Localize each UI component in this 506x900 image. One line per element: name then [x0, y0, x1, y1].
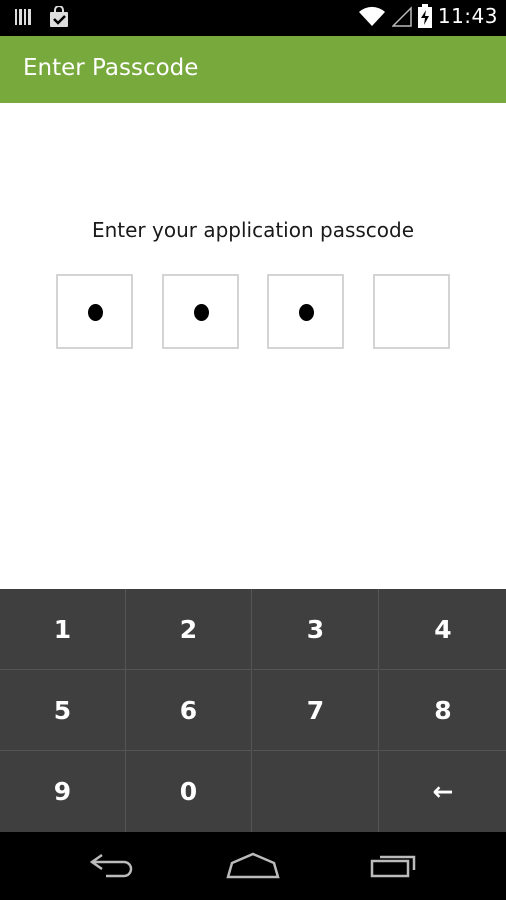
barcode-icon	[14, 7, 34, 27]
wifi-icon	[358, 5, 386, 27]
battery-charging-icon	[417, 4, 432, 28]
shopping-bag-icon	[48, 6, 70, 28]
status-bar: 11:43	[0, 0, 506, 36]
recent-apps-button[interactable]	[360, 850, 430, 884]
pin-dot	[193, 303, 209, 321]
key-blank	[253, 751, 379, 832]
key-5[interactable]: 5	[0, 670, 126, 751]
key-4[interactable]: 4	[380, 589, 506, 670]
pin-digit-box[interactable]	[56, 274, 133, 349]
pin-digit-box[interactable]	[162, 274, 239, 349]
pin-digit-box[interactable]	[267, 274, 344, 349]
back-button[interactable]	[77, 850, 147, 884]
key-3[interactable]: 3	[253, 589, 379, 670]
key-2[interactable]: 2	[126, 589, 252, 670]
passcode-prompt: Enter your application passcode	[91, 218, 415, 242]
key-0[interactable]: 0	[126, 751, 252, 832]
key-1[interactable]: 1	[0, 589, 126, 670]
page-title: Enter Passcode	[23, 55, 199, 81]
navigation-bar	[0, 832, 506, 900]
home-icon	[226, 851, 280, 883]
key-9[interactable]: 9	[0, 751, 126, 832]
back-icon	[88, 851, 136, 883]
home-button[interactable]	[218, 850, 288, 884]
key-7[interactable]: 7	[253, 670, 379, 751]
pin-digit-box[interactable]	[373, 274, 450, 349]
key-6[interactable]: 6	[126, 670, 252, 751]
backspace-button[interactable]: ←	[380, 751, 506, 832]
numeric-keypad: 1 2 3 4 5 6 7 8 9 0 ←	[0, 589, 506, 832]
recent-apps-icon	[370, 851, 420, 883]
status-left	[14, 6, 70, 28]
key-8[interactable]: 8	[380, 670, 506, 751]
status-right: 11:43	[358, 4, 498, 28]
signal-icon	[391, 5, 412, 27]
pin-dot	[87, 303, 103, 321]
pin-dot	[298, 303, 314, 321]
action-bar: Enter Passcode	[0, 36, 506, 103]
status-time: 11:43	[437, 4, 498, 28]
pin-row	[0, 274, 506, 349]
